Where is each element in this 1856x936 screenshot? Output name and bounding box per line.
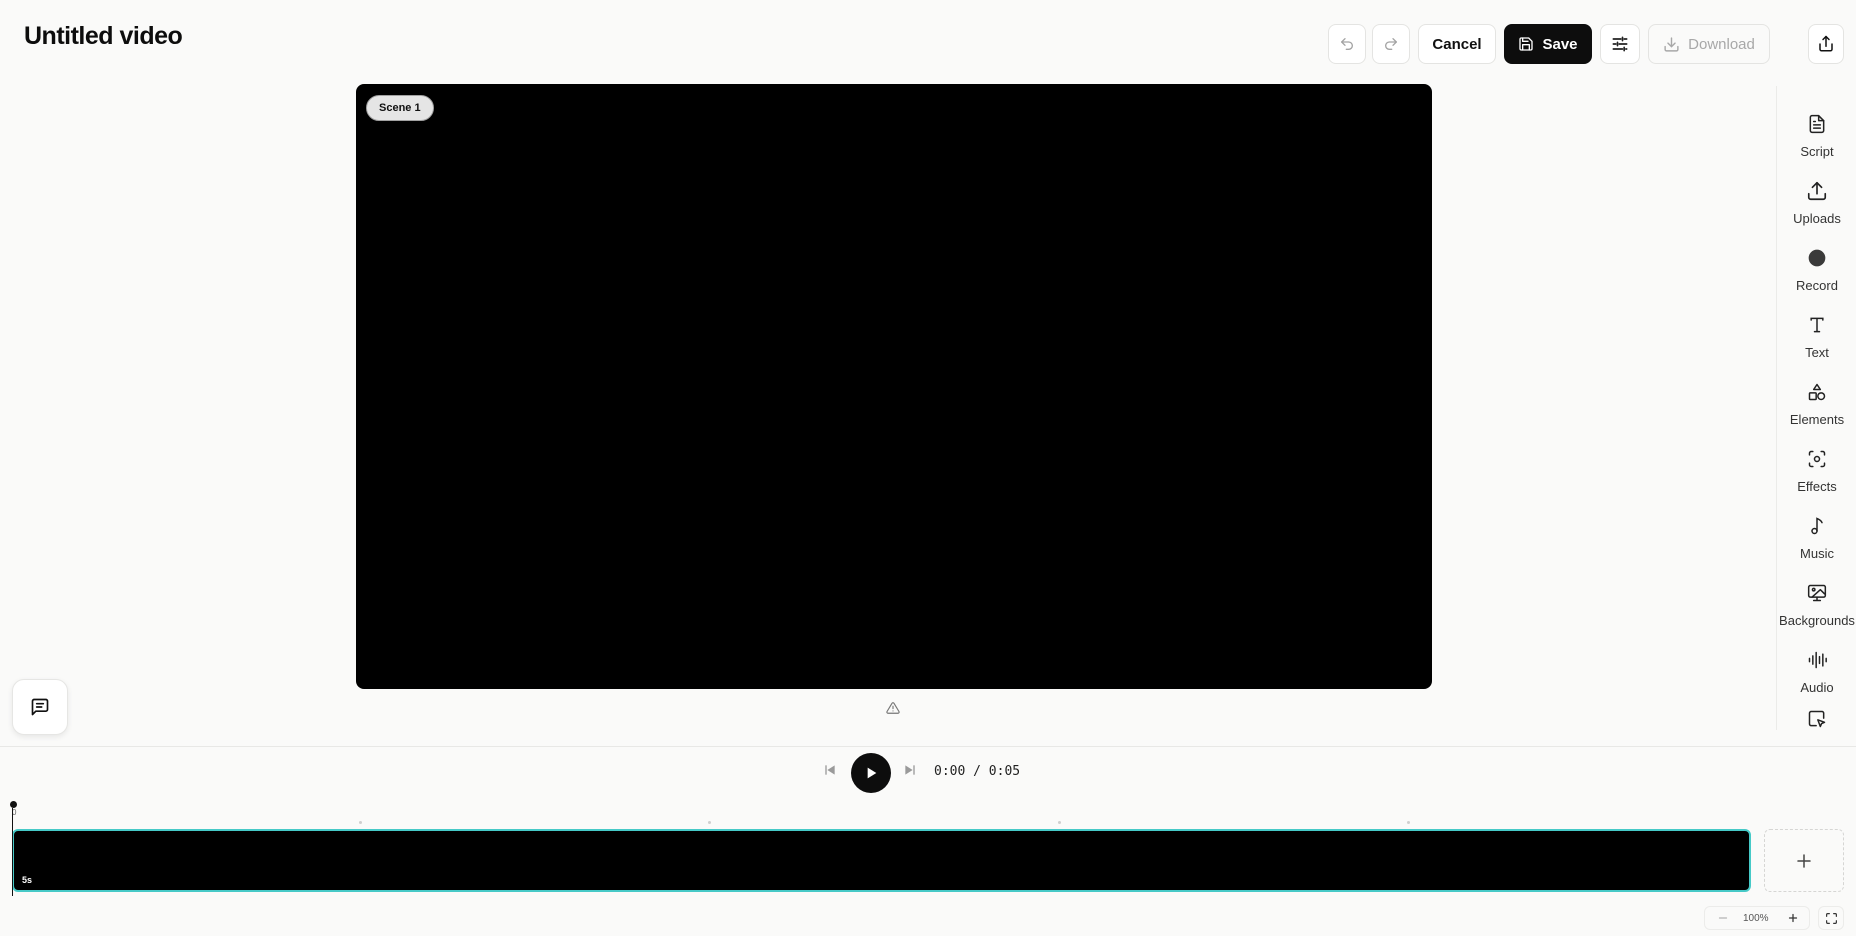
- sidebar-item-effects[interactable]: Effects: [1777, 433, 1856, 495]
- skip-forward-button[interactable]: [902, 762, 918, 778]
- record-icon: [1808, 249, 1826, 267]
- fullscreen-button[interactable]: [1818, 906, 1844, 930]
- sidebar-item-script[interactable]: Script: [1777, 98, 1856, 160]
- add-scene-button[interactable]: [1764, 829, 1844, 892]
- timeline-tick: [1407, 821, 1410, 824]
- sidebar-item-label: Effects: [1797, 479, 1837, 494]
- plus-icon: [1788, 913, 1798, 923]
- sidebar-item-label: Record: [1796, 278, 1838, 293]
- sidebar-item-music[interactable]: Music: [1777, 500, 1856, 562]
- share-button[interactable]: [1808, 24, 1844, 64]
- settings-button[interactable]: [1600, 24, 1640, 64]
- timeline-tick: [359, 821, 362, 824]
- save-label: Save: [1542, 35, 1578, 53]
- skip-back-button[interactable]: [822, 762, 838, 778]
- cursor-select-icon: [1808, 710, 1826, 728]
- warning-icon[interactable]: [886, 701, 900, 715]
- play-icon: [867, 767, 877, 779]
- skip-back-icon: [825, 765, 835, 775]
- playback-time: 0:00 / 0:05: [934, 764, 1021, 779]
- captions-button[interactable]: [12, 679, 68, 735]
- undo-button[interactable]: [1328, 24, 1366, 64]
- background-image-icon: [1807, 584, 1827, 602]
- document-icon: [1809, 114, 1825, 134]
- skip-forward-icon: [905, 765, 915, 775]
- zoom-controls: 100%: [1704, 906, 1850, 930]
- playhead-handle[interactable]: [10, 801, 17, 808]
- cancel-button[interactable]: Cancel: [1418, 24, 1496, 64]
- fullscreen-icon: [1825, 912, 1837, 924]
- sidebar-item-label: Backgrounds: [1779, 613, 1855, 628]
- undo-icon: [1341, 38, 1353, 50]
- download-icon: [1664, 36, 1679, 52]
- zoom-level: 100%: [1743, 913, 1769, 924]
- sidebar-item-text[interactable]: Text: [1777, 299, 1856, 361]
- plus-icon: [1797, 853, 1811, 868]
- save-button[interactable]: Save: [1504, 24, 1592, 64]
- clip-duration: 5s: [22, 875, 33, 885]
- sidebar-item-label: Elements: [1789, 412, 1845, 427]
- sidebar-item-uploads[interactable]: Uploads: [1777, 165, 1856, 227]
- text-icon: [1810, 317, 1824, 333]
- audio-wave-icon: [1808, 651, 1827, 669]
- video-title[interactable]: Untitled video: [24, 22, 183, 51]
- sidebar-item-audio[interactable]: Audio: [1777, 634, 1856, 696]
- zoom-out-button[interactable]: [1717, 912, 1729, 924]
- minus-icon: [1718, 917, 1728, 919]
- message-icon: [31, 698, 49, 716]
- download-button[interactable]: Download: [1648, 24, 1770, 64]
- timeline-tick: [708, 821, 711, 824]
- sidebar-item-label: Audio: [1800, 680, 1834, 695]
- redo-icon: [1385, 38, 1397, 50]
- shapes-icon: [1808, 383, 1826, 401]
- player-controls: 0:00 / 0:05: [0, 752, 1856, 793]
- timeline-tick: [1058, 821, 1061, 824]
- sidebar-item-record[interactable]: Record: [1777, 232, 1856, 294]
- cancel-label: Cancel: [1432, 35, 1482, 53]
- video-preview-canvas[interactable]: Scene 1: [356, 84, 1432, 689]
- music-note-icon: [1811, 517, 1823, 535]
- effects-icon: [1808, 450, 1826, 468]
- play-button[interactable]: [851, 753, 891, 793]
- sidebar-item-label: Uploads: [1793, 211, 1841, 226]
- zoom-in-button[interactable]: [1787, 912, 1799, 924]
- download-label: Download: [1688, 35, 1755, 53]
- playhead-line[interactable]: [12, 808, 13, 896]
- panel-divider: [0, 746, 1856, 747]
- sidebar-item-select[interactable]: [1777, 698, 1856, 730]
- sidebar-item-label: Music: [1800, 546, 1834, 561]
- scene-clip[interactable]: 5s: [12, 829, 1751, 892]
- sidebar-item-label: Script: [1800, 144, 1834, 159]
- save-icon: [1519, 37, 1534, 51]
- zoom-box: 100%: [1704, 906, 1810, 930]
- scene-badge[interactable]: Scene 1: [366, 95, 434, 121]
- right-sidebar: Script Uploads Record Text Elements Effe…: [1776, 86, 1856, 730]
- upload-icon: [1807, 181, 1827, 201]
- sidebar-item-elements[interactable]: Elements: [1777, 366, 1856, 428]
- share-icon: [1819, 35, 1833, 52]
- sliders-icon: [1612, 36, 1628, 52]
- redo-button[interactable]: [1372, 24, 1410, 64]
- sidebar-item-label: Text: [1805, 345, 1829, 360]
- sidebar-item-backgrounds[interactable]: Backgrounds: [1777, 567, 1856, 629]
